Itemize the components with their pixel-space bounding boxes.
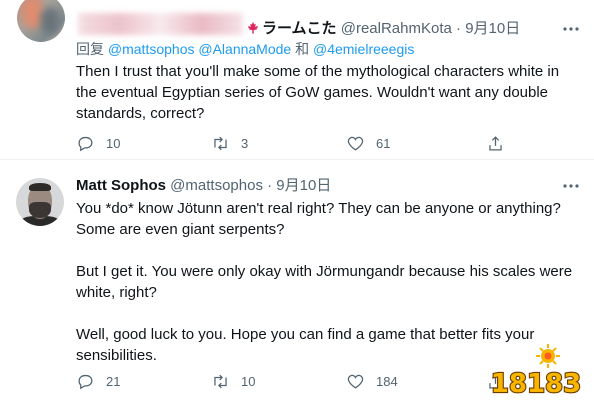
retweet-count: 10 [241, 374, 256, 389]
avatar-blur-shape [41, 8, 59, 34]
reply-button[interactable]: 21 [76, 372, 211, 391]
user-handle[interactable]: @realRahmKota [341, 20, 452, 37]
display-name[interactable]: Matt Sophos [76, 177, 166, 194]
reply-count: 10 [106, 136, 121, 151]
tweet-header: Matt Sophos @mattsophos · 9月10日 [76, 176, 331, 196]
tweet-paragraph: You *do* know Jötunn aren't real right? … [76, 200, 561, 238]
tweet-date[interactable]: 9月10日 [276, 177, 331, 194]
heart-icon [347, 374, 364, 389]
display-name[interactable]: ラームこた [262, 20, 337, 37]
more-dots-icon[interactable] [561, 19, 581, 39]
reply-and: 和 [295, 41, 310, 57]
separator-dot: · [456, 20, 462, 37]
reply-bubble-icon [78, 374, 93, 390]
tweet-actions: 21 10 184 [76, 372, 505, 391]
mention-link[interactable]: @AlannaMode [198, 41, 291, 57]
like-count: 184 [376, 374, 398, 389]
avatar[interactable] [17, 0, 65, 42]
avatar-hair [29, 183, 51, 191]
blurred-name-area [78, 13, 243, 35]
tweet-actions: 10 3 61 [76, 134, 505, 153]
like-button[interactable]: 184 [346, 372, 486, 391]
avatar[interactable] [16, 178, 64, 226]
like-count: 61 [376, 136, 391, 151]
mention-link[interactable]: @4emielreeegis [313, 41, 414, 57]
tweet-text: Then I trust that you'll make some of th… [76, 63, 560, 122]
reply-count: 21 [106, 374, 121, 389]
user-handle[interactable]: @mattsophos [170, 177, 263, 194]
tweet-paragraph: But I get it. You were only okay with Jö… [76, 263, 573, 301]
retweet-icon [214, 136, 227, 151]
watermark-logo: 18183 [490, 344, 582, 400]
retweet-count: 3 [241, 136, 249, 151]
heart-icon [347, 136, 364, 151]
tweet-header: ラームこた @realRahmKota · 9月10日 [246, 19, 520, 39]
mention-link[interactable]: @mattsophos [108, 41, 195, 57]
share-upload-icon [489, 136, 502, 151]
maple-leaf-icon [248, 21, 258, 34]
share-button[interactable] [486, 134, 505, 153]
avatar-beard [29, 202, 51, 218]
like-button[interactable]: 61 [346, 134, 486, 153]
tweet-text: You *do* know Jötunn aren't real right? … [76, 198, 576, 366]
retweet-button[interactable]: 10 [211, 372, 346, 391]
reply-prefix: 回复 [76, 41, 104, 57]
retweet-icon [214, 374, 227, 389]
sun-rays-icon [536, 344, 560, 368]
watermark-text: 18183 [491, 369, 581, 399]
retweet-button[interactable]: 3 [211, 134, 346, 153]
tweet-date[interactable]: 9月10日 [465, 20, 520, 37]
reply-bubble-icon [78, 136, 93, 152]
separator-dot: · [267, 177, 273, 194]
replying-to-line: 回复 @mattsophos @AlannaMode 和 @4emielreee… [76, 40, 414, 58]
reply-button[interactable]: 10 [76, 134, 211, 153]
tweet-reply-rahmkota[interactable]: ラームこた @realRahmKota · 9月10日 回复 @mattsoph… [0, 0, 594, 160]
more-dots-icon[interactable] [561, 176, 581, 196]
avatar-blur-shape [23, 0, 43, 28]
